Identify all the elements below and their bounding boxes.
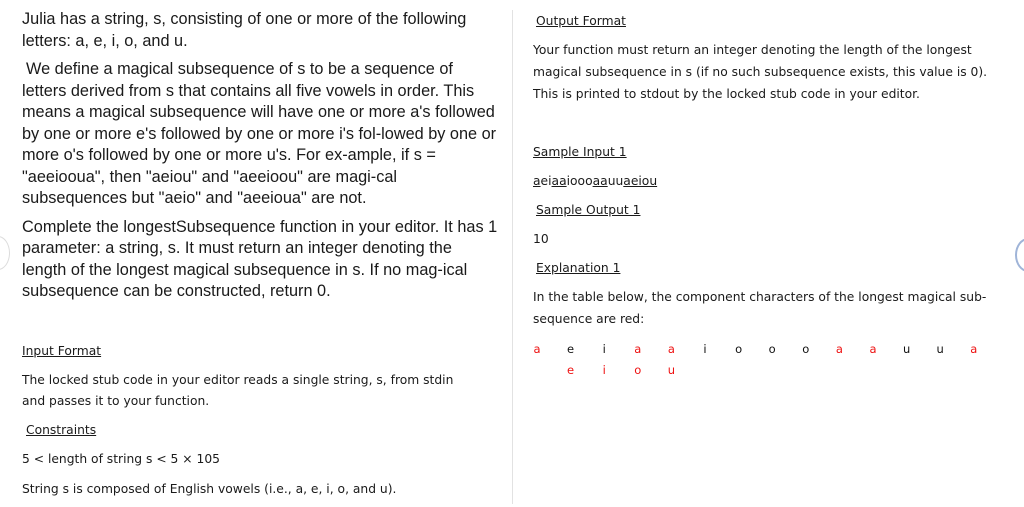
input-format-section: Input Format xyxy=(22,340,502,362)
sample-input-segment: iooo xyxy=(566,174,593,188)
constraints-heading: Constraints xyxy=(26,423,97,437)
explanation-row-1: aeiaaioooaauua xyxy=(530,341,1010,361)
explanation-char: e xyxy=(567,363,575,377)
input-format-text-1: The locked stub code in your editor read… xyxy=(22,373,454,387)
output-format-section: Output Format xyxy=(536,10,626,32)
sample-input-segment: a xyxy=(533,174,541,188)
output-format-line-1: Your function must return an integer den… xyxy=(533,43,972,57)
sample-input-section: Sample Input 1 xyxy=(533,141,627,163)
definition-paragraph: We define a magical subsequence of s to … xyxy=(22,60,497,207)
input-format-heading: Input Format xyxy=(22,344,102,358)
column-divider xyxy=(512,10,513,504)
constraint-vowels: String s is composed of English vowels (… xyxy=(22,482,397,496)
edge-handle-left xyxy=(0,236,10,270)
sample-output-section: Sample Output 1 xyxy=(536,199,640,221)
constraint-length: 5 < length of string s < 5 × 105 xyxy=(22,452,220,466)
output-format-heading: Output Format xyxy=(536,14,626,28)
explanation-char: a xyxy=(667,342,675,356)
sample-input-value: aeiaaioooaauuaeiou xyxy=(533,170,657,192)
explanation-char: a xyxy=(970,342,978,356)
explanation-char: o xyxy=(802,342,810,356)
problem-description: Julia has a string, s, consisting of one… xyxy=(22,9,500,303)
explanation-table: aeiaaioooaauua eiou xyxy=(530,341,1010,381)
output-format-line-2: magical subsequence in s (if no such sub… xyxy=(533,65,988,79)
task-paragraph: Complete the longestSubsequence function… xyxy=(22,217,498,301)
explanation-char: o xyxy=(735,342,743,356)
intro-paragraph: Julia has a string, s, consisting of one… xyxy=(22,10,467,50)
explanation-heading: Explanation 1 xyxy=(536,261,621,275)
explanation-char: a xyxy=(634,342,642,356)
explanation-char: i xyxy=(602,363,606,377)
input-format-text-2: and passes it to your function. xyxy=(22,394,210,408)
sample-input-segment: aa xyxy=(592,174,608,188)
explanation-line-1: In the table below, the component charac… xyxy=(533,290,987,304)
explanation-char: u xyxy=(936,342,944,356)
explanation-char: a xyxy=(533,342,541,356)
explanation-line-2: sequence are red: xyxy=(533,312,645,326)
explanation-section: Explanation 1 xyxy=(536,257,620,279)
edge-handle-right[interactable] xyxy=(1015,238,1024,272)
sample-input-segment: aeiou xyxy=(623,174,658,188)
sample-input-segment: aa xyxy=(551,174,567,188)
output-format-line-3: This is printed to stdout by the locked … xyxy=(533,87,920,101)
explanation-char: e xyxy=(567,342,575,356)
sample-output-heading: Sample Output 1 xyxy=(536,203,641,217)
explanation-char: u xyxy=(667,363,676,377)
sample-input-heading: Sample Input 1 xyxy=(533,145,627,159)
explanation-char: i xyxy=(703,342,707,356)
sample-input-segment: uu xyxy=(607,174,624,188)
sample-input-segment: ei xyxy=(540,174,552,188)
explanation-char: o xyxy=(634,363,642,377)
explanation-row-2: eiou xyxy=(530,362,1010,382)
explanation-char: u xyxy=(902,342,911,356)
constraints-section: Constraints xyxy=(26,419,96,441)
sample-output-value: 10 xyxy=(533,232,549,246)
explanation-char: a xyxy=(835,342,843,356)
explanation-char: a xyxy=(869,342,877,356)
explanation-char: i xyxy=(602,342,606,356)
explanation-char: o xyxy=(768,342,776,356)
